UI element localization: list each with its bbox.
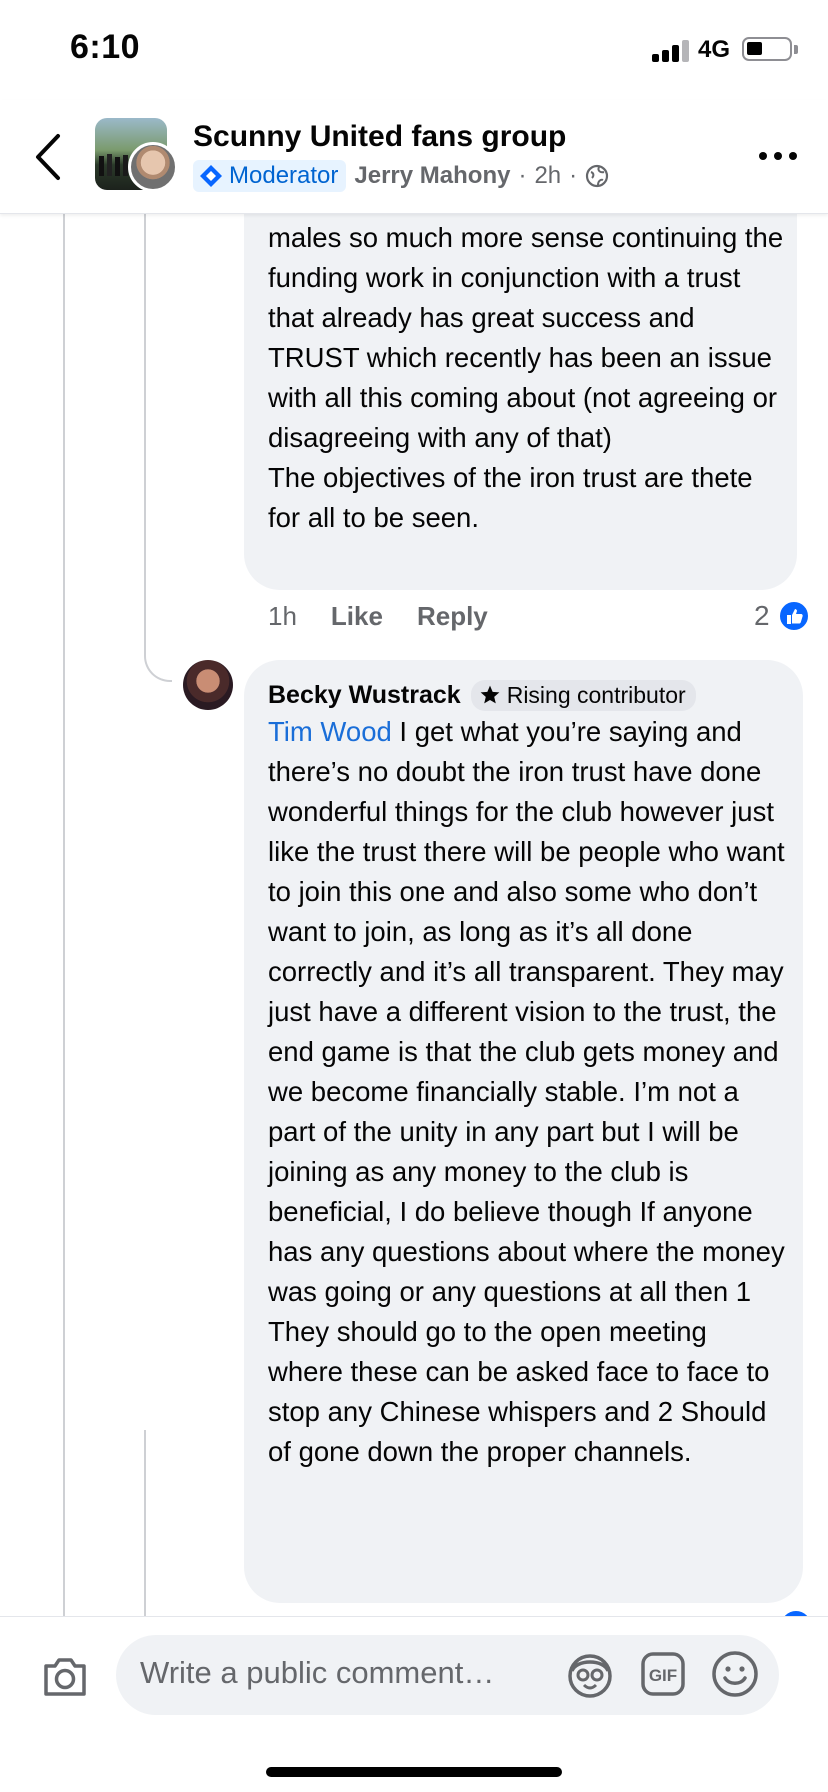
thread-line-inner-lower <box>144 1430 146 1616</box>
globe-icon <box>586 164 609 188</box>
comment-input-placeholder[interactable]: Write a public comment… <box>140 1655 494 1691</box>
avatar-sticker-icon[interactable] <box>564 1649 616 1701</box>
like-reaction-icon <box>777 600 810 632</box>
like-button[interactable]: Like <box>331 601 383 632</box>
reply-button[interactable]: Reply <box>417 601 488 632</box>
post-time[interactable]: 2h <box>534 162 561 190</box>
home-indicator <box>266 1767 562 1777</box>
comment-actions: 1h Like Reply <box>268 596 488 636</box>
thread-line-inner <box>144 214 146 640</box>
comment-body: I get what you’re saying and there’s no … <box>268 716 793 1467</box>
comment-time[interactable]: 1h <box>268 601 297 632</box>
author-avatar[interactable] <box>128 142 178 192</box>
commenter-avatar[interactable] <box>183 660 233 710</box>
status-time: 6:10 <box>70 28 141 66</box>
network-type: 4G <box>698 36 731 63</box>
comment-mention[interactable]: Tim Wood <box>268 716 392 747</box>
contributor-badge-label: Rising contributor <box>506 681 686 708</box>
contributor-badge[interactable]: Rising contributor <box>470 679 696 711</box>
reaction-summary[interactable]: 2 <box>754 596 810 636</box>
moderator-label: Moderator <box>229 162 339 189</box>
comment-text: males so much more sense continuing the … <box>268 222 784 533</box>
signal-icon <box>652 40 690 62</box>
thread-line-outer <box>63 214 65 1616</box>
status-bar: 6:10 4G <box>0 0 828 100</box>
battery-tip <box>794 45 798 54</box>
battery-icon <box>742 37 792 61</box>
thread-connector <box>144 640 172 682</box>
post-meta: Moderator Jerry Mahony · 2h · <box>193 160 609 192</box>
gif-icon[interactable]: GIF <box>640 1651 686 1697</box>
svg-text:GIF: GIF <box>649 1666 677 1685</box>
group-name[interactable]: Scunny United fans group <box>193 120 566 154</box>
meta-separator: · <box>569 162 578 189</box>
comment-author-row: Becky Wustrack Rising contributor <box>268 678 696 712</box>
moderator-shield-icon <box>200 165 222 187</box>
post-author[interactable]: Jerry Mahony <box>354 162 510 190</box>
comment-text: Tim Wood I get what you’re saying and th… <box>268 712 788 1472</box>
camera-icon[interactable] <box>40 1651 90 1701</box>
comment-composer: Write a public comment… GIF <box>0 1616 828 1792</box>
meta-separator: · <box>518 162 527 189</box>
comment-author[interactable]: Becky Wustrack <box>268 681 461 710</box>
post-header: Scunny United fans group Moderator Jerry… <box>0 100 828 214</box>
star-icon <box>480 685 500 704</box>
more-icon[interactable] <box>756 144 800 168</box>
emoji-icon[interactable] <box>710 1649 760 1699</box>
reaction-count: 2 <box>754 600 770 631</box>
moderator-badge: Moderator <box>193 160 347 192</box>
back-chevron-icon[interactable] <box>28 132 68 182</box>
